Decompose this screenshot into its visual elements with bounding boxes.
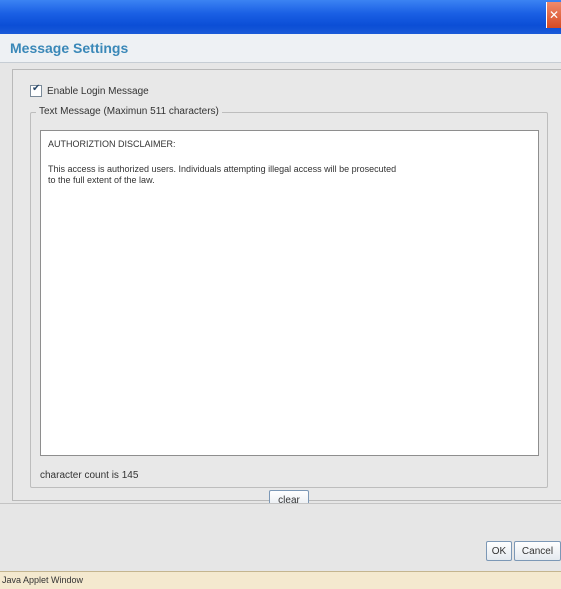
enable-login-message-checkbox[interactable]: ✔ <box>30 83 42 97</box>
text-message-textarea[interactable]: AUTHORIZTION DISCLAIMER: This access is … <box>40 130 539 456</box>
checkmark-icon: ✔ <box>32 83 41 94</box>
window-title-bar[interactable]: ✕ <box>0 0 561 34</box>
text-message-legend: Text Message (Maximun 511 characters) <box>36 106 222 117</box>
dialog-header: Message Settings <box>0 34 561 63</box>
status-bar: Java Applet Window <box>0 571 561 589</box>
message-line: This access is authorized users. Individ… <box>48 164 397 174</box>
enable-login-message-label[interactable]: Enable Login Message <box>47 86 149 97</box>
close-icon[interactable]: ✕ <box>546 2 561 28</box>
message-line: to the full extent of the law. <box>48 175 155 185</box>
character-count: character count is 145 <box>40 470 139 481</box>
ok-button[interactable]: OK <box>486 541 512 561</box>
cancel-button[interactable]: Cancel <box>514 541 561 561</box>
message-line: AUTHORIZTION DISCLAIMER: <box>48 139 176 149</box>
dialog-window: ✕ Message Settings ✔ Enable Login Messag… <box>0 0 561 589</box>
dialog-footer <box>0 503 561 572</box>
enable-login-message-row[interactable]: ✔ Enable Login Message <box>30 83 149 98</box>
page-title: Message Settings <box>10 40 129 56</box>
status-bar-text: Java Applet Window <box>2 575 84 585</box>
